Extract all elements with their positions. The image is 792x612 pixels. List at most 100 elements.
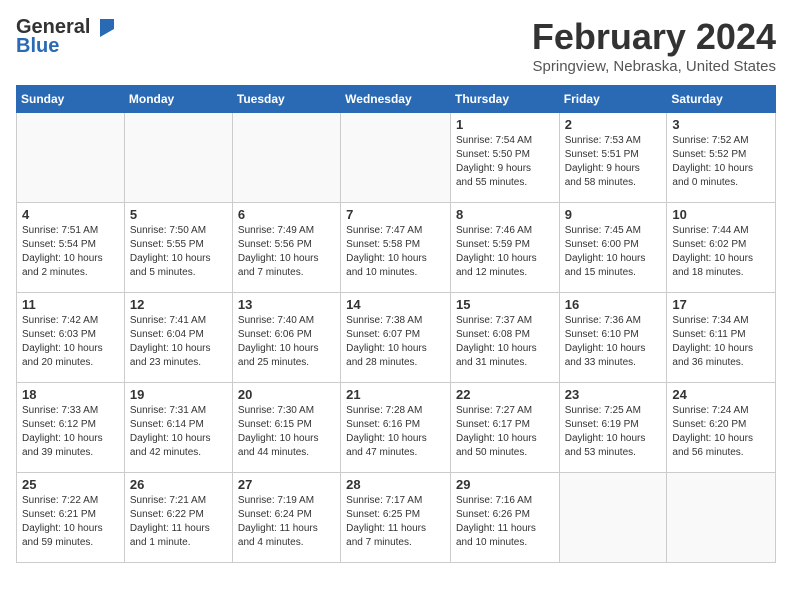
day-number: 11 (22, 297, 119, 312)
calendar-cell: 8 Sunrise: 7:46 AM Sunset: 5:59 PM Daylig… (450, 203, 559, 293)
calendar-cell: 2 Sunrise: 7:53 AM Sunset: 5:51 PM Daylig… (559, 113, 667, 203)
day-info: Sunrise: 7:34 AM Sunset: 6:11 PM Dayligh… (672, 314, 770, 370)
week-row-1: 1 Sunrise: 7:54 AM Sunset: 5:50 PM Daylig… (17, 113, 776, 203)
day-info: Sunrise: 7:38 AM Sunset: 6:07 PM Dayligh… (346, 314, 445, 370)
calendar-cell: 21 Sunrise: 7:28 AM Sunset: 6:16 PM Dayli… (341, 383, 451, 473)
calendar-cell: 11 Sunrise: 7:42 AM Sunset: 6:03 PM Dayli… (17, 293, 125, 383)
calendar-cell (667, 473, 776, 563)
day-number: 5 (130, 207, 227, 222)
header-day-friday: Friday (559, 86, 667, 113)
calendar-cell (124, 113, 232, 203)
day-info: Sunrise: 7:49 AM Sunset: 5:56 PM Dayligh… (238, 224, 335, 280)
header-day-tuesday: Tuesday (232, 86, 340, 113)
day-info: Sunrise: 7:45 AM Sunset: 6:00 PM Dayligh… (565, 224, 662, 280)
calendar-cell: 10 Sunrise: 7:44 AM Sunset: 6:02 PM Dayli… (667, 203, 776, 293)
calendar-cell: 24Sunrise: 7:24 AM Sunset: 6:20 PM Dayli… (667, 383, 776, 473)
day-info: Sunrise: 7:17 AM Sunset: 6:25 PM Dayligh… (346, 494, 445, 550)
day-number: 18 (22, 387, 119, 402)
day-number: 14 (346, 297, 445, 312)
calendar-cell: 18 Sunrise: 7:33 AM Sunset: 6:12 PM Dayli… (17, 383, 125, 473)
calendar-cell (559, 473, 667, 563)
title-area: February 2024 Springview, Nebraska, Unit… (532, 16, 776, 75)
calendar-cell: 7 Sunrise: 7:47 AM Sunset: 5:58 PM Daylig… (341, 203, 451, 293)
day-number: 28 (346, 477, 445, 492)
calendar-cell (17, 113, 125, 203)
day-info: Sunrise: 7:33 AM Sunset: 6:12 PM Dayligh… (22, 404, 119, 460)
calendar-cell: 4Sunrise: 7:51 AM Sunset: 5:54 PM Daylig… (17, 203, 125, 293)
day-info: Sunrise: 7:22 AM Sunset: 6:21 PM Dayligh… (22, 494, 119, 550)
day-info: Sunrise: 7:16 AM Sunset: 6:26 PM Dayligh… (456, 494, 554, 550)
month-title: February 2024 (532, 16, 776, 58)
day-number: 17 (672, 297, 770, 312)
day-number: 20 (238, 387, 335, 402)
day-number: 21 (346, 387, 445, 402)
calendar-cell: 12Sunrise: 7:41 AM Sunset: 6:04 PM Dayli… (124, 293, 232, 383)
calendar-cell: 14 Sunrise: 7:38 AM Sunset: 6:07 PM Dayli… (341, 293, 451, 383)
day-number: 23 (565, 387, 662, 402)
calendar-cell (232, 113, 340, 203)
day-number: 10 (672, 207, 770, 222)
day-info: Sunrise: 7:50 AM Sunset: 5:55 PM Dayligh… (130, 224, 227, 280)
calendar-cell: 20Sunrise: 7:30 AM Sunset: 6:15 PM Dayli… (232, 383, 340, 473)
header-day-monday: Monday (124, 86, 232, 113)
calendar-cell: 3 Sunrise: 7:52 AM Sunset: 5:52 PM Daylig… (667, 113, 776, 203)
calendar-cell: 13Sunrise: 7:40 AM Sunset: 6:06 PM Dayli… (232, 293, 340, 383)
calendar-cell: 19 Sunrise: 7:31 AM Sunset: 6:14 PM Dayli… (124, 383, 232, 473)
day-info: Sunrise: 7:31 AM Sunset: 6:14 PM Dayligh… (130, 404, 227, 460)
day-number: 1 (456, 117, 554, 132)
day-number: 8 (456, 207, 554, 222)
day-number: 16 (565, 297, 662, 312)
day-number: 3 (672, 117, 770, 132)
calendar-cell: 22 Sunrise: 7:27 AM Sunset: 6:17 PM Dayli… (450, 383, 559, 473)
day-info: Sunrise: 7:21 AM Sunset: 6:22 PM Dayligh… (130, 494, 227, 550)
day-info: Sunrise: 7:54 AM Sunset: 5:50 PM Dayligh… (456, 134, 554, 190)
calendar-cell (341, 113, 451, 203)
day-number: 7 (346, 207, 445, 222)
day-info: Sunrise: 7:19 AM Sunset: 6:24 PM Dayligh… (238, 494, 335, 550)
day-info: Sunrise: 7:53 AM Sunset: 5:51 PM Dayligh… (565, 134, 662, 190)
day-number: 26 (130, 477, 227, 492)
day-info: Sunrise: 7:40 AM Sunset: 6:06 PM Dayligh… (238, 314, 335, 370)
header-day-sunday: Sunday (17, 86, 125, 113)
day-number: 27 (238, 477, 335, 492)
day-number: 25 (22, 477, 119, 492)
day-info: Sunrise: 7:44 AM Sunset: 6:02 PM Dayligh… (672, 224, 770, 280)
day-number: 22 (456, 387, 554, 402)
day-info: Sunrise: 7:41 AM Sunset: 6:04 PM Dayligh… (130, 314, 227, 370)
day-info: Sunrise: 7:42 AM Sunset: 6:03 PM Dayligh… (22, 314, 119, 370)
calendar-cell: 27 Sunrise: 7:19 AM Sunset: 6:24 PM Dayli… (232, 473, 340, 563)
day-info: Sunrise: 7:27 AM Sunset: 6:17 PM Dayligh… (456, 404, 554, 460)
calendar-cell: 9 Sunrise: 7:45 AM Sunset: 6:00 PM Daylig… (559, 203, 667, 293)
page-header: General Blue February 2024 Springview, N… (16, 16, 776, 75)
day-info: Sunrise: 7:37 AM Sunset: 6:08 PM Dayligh… (456, 314, 554, 370)
day-info: Sunrise: 7:28 AM Sunset: 6:16 PM Dayligh… (346, 404, 445, 460)
week-row-4: 18 Sunrise: 7:33 AM Sunset: 6:12 PM Dayli… (17, 383, 776, 473)
day-number: 2 (565, 117, 662, 132)
day-info: Sunrise: 7:51 AM Sunset: 5:54 PM Dayligh… (22, 224, 119, 280)
logo-blue-text: Blue (16, 35, 59, 58)
calendar-cell: 26 Sunrise: 7:21 AM Sunset: 6:22 PM Dayli… (124, 473, 232, 563)
week-row-3: 11 Sunrise: 7:42 AM Sunset: 6:03 PM Dayli… (17, 293, 776, 383)
calendar-cell: 5 Sunrise: 7:50 AM Sunset: 5:55 PM Daylig… (124, 203, 232, 293)
calendar-cell: 25 Sunrise: 7:22 AM Sunset: 6:21 PM Dayli… (17, 473, 125, 563)
header-day-saturday: Saturday (667, 86, 776, 113)
calendar-cell: 15 Sunrise: 7:37 AM Sunset: 6:08 PM Dayli… (450, 293, 559, 383)
calendar-table: SundayMondayTuesdayWednesdayThursdayFrid… (16, 85, 776, 563)
day-number: 29 (456, 477, 554, 492)
day-number: 19 (130, 387, 227, 402)
day-info: Sunrise: 7:46 AM Sunset: 5:59 PM Dayligh… (456, 224, 554, 280)
calendar-cell: 17 Sunrise: 7:34 AM Sunset: 6:11 PM Dayli… (667, 293, 776, 383)
day-info: Sunrise: 7:52 AM Sunset: 5:52 PM Dayligh… (672, 134, 770, 190)
header-day-thursday: Thursday (450, 86, 559, 113)
location-subtitle: Springview, Nebraska, United States (532, 58, 776, 75)
header-day-wednesday: Wednesday (341, 86, 451, 113)
day-number: 9 (565, 207, 662, 222)
day-info: Sunrise: 7:47 AM Sunset: 5:58 PM Dayligh… (346, 224, 445, 280)
logo: General Blue (16, 16, 114, 58)
calendar-cell: 16 Sunrise: 7:36 AM Sunset: 6:10 PM Dayli… (559, 293, 667, 383)
week-row-5: 25 Sunrise: 7:22 AM Sunset: 6:21 PM Dayli… (17, 473, 776, 563)
calendar-header: SundayMondayTuesdayWednesdayThursdayFrid… (17, 86, 776, 113)
calendar-cell: 1 Sunrise: 7:54 AM Sunset: 5:50 PM Daylig… (450, 113, 559, 203)
day-number: 15 (456, 297, 554, 312)
day-info: Sunrise: 7:36 AM Sunset: 6:10 PM Dayligh… (565, 314, 662, 370)
